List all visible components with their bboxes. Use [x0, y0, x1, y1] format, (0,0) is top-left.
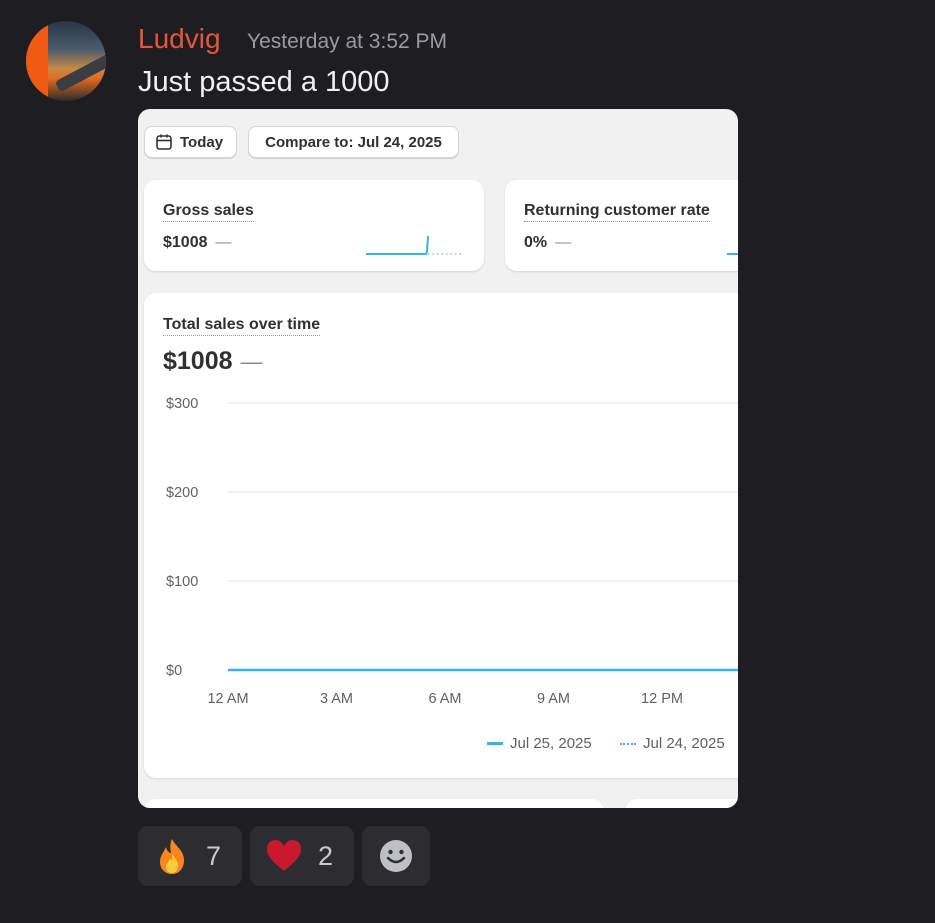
total-sales-card: Total sales over time $1008— $300 $200 $10… [144, 293, 738, 778]
metric-title: Returning customer rate [524, 202, 710, 222]
x-tick-label: 9 AM [537, 691, 570, 707]
metric-change: — [215, 234, 232, 251]
y-tick-label: $0 [166, 663, 182, 679]
avatar-plane [54, 53, 106, 93]
compare-filter-label: Compare to: Jul 24, 2025 [265, 133, 442, 151]
legend-dotted-line-icon [620, 742, 636, 745]
x-tick-label: 3 AM [320, 691, 353, 707]
fire-icon [160, 839, 185, 874]
x-tick-label: 12 AM [207, 691, 248, 707]
x-tick-label: 12 PM [641, 691, 683, 707]
legend-label: Jul 24, 2025 [643, 735, 725, 752]
avatar-wing [26, 21, 48, 101]
reaction-count: 7 [206, 840, 222, 871]
x-tick-label: 6 AM [428, 691, 461, 707]
date-filter-label: Today [180, 133, 224, 151]
attached-screenshot[interactable]: Today Compare to: Jul 24, 2025 Gross sal… [138, 109, 738, 808]
legend-item: Jul 25, 2025 [487, 735, 592, 752]
legend-solid-line-icon [487, 742, 503, 745]
message-text: Just passed a 1000 [138, 66, 390, 98]
metric-value-text: 0% [524, 234, 548, 251]
compare-filter-button: Compare to: Jul 24, 2025 [248, 126, 459, 158]
avatar[interactable] [26, 21, 106, 101]
add-reaction-icon [380, 840, 412, 872]
add-reaction-button[interactable] [362, 826, 430, 886]
metric-card [625, 799, 738, 808]
total-sales-chart: $300 $200 $100 $0 12 AM 3 AM 6 AM 9 AM 12 PM [166, 396, 738, 707]
heart-icon [267, 840, 301, 871]
reaction-heart[interactable]: 2 [250, 826, 354, 886]
legend-label: Jul 25, 2025 [510, 735, 592, 752]
y-tick-label: $100 [166, 574, 198, 590]
date-filter-button: Today [144, 126, 237, 158]
chat-message: Ludvig Yesterday at 3:52 PM Just passed … [0, 0, 935, 923]
returning-customer-sparkline [727, 253, 738, 255]
gross-sales-sparkline [366, 235, 462, 255]
y-tick-label: $200 [166, 485, 198, 501]
metric-value: 0% — [524, 234, 571, 252]
metric-card [144, 799, 604, 808]
metric-value-text: $1008 [163, 234, 208, 251]
returning-customer-card: Returning customer rate 0% — [505, 180, 738, 271]
metric-change: — [555, 234, 572, 251]
y-tick-label: $300 [166, 396, 198, 412]
calendar-icon [156, 134, 172, 150]
reaction-count: 2 [318, 840, 334, 871]
gross-sales-card: Gross sales $1008 — [144, 180, 484, 271]
legend-item: Jul 24, 2025 [620, 735, 725, 752]
message-timestamp: Yesterday at 3:52 PM [247, 30, 448, 53]
reaction-fire[interactable]: 7 [138, 826, 242, 886]
metric-value: $1008 — [163, 234, 232, 252]
metric-title: Gross sales [163, 202, 254, 222]
username[interactable]: Ludvig [138, 23, 221, 55]
